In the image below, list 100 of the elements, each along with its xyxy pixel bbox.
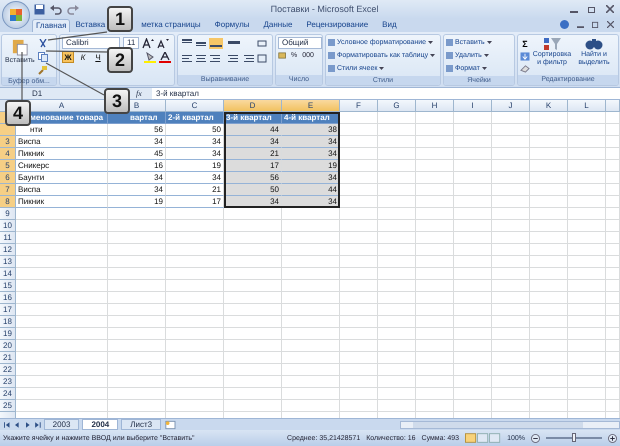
grid-cell: [568, 160, 606, 172]
name-box[interactable]: D1: [32, 89, 88, 98]
grid-cell: [454, 352, 492, 364]
grid-cell: [108, 292, 166, 304]
grid-cell: [340, 364, 378, 376]
grid-cell: [282, 316, 340, 328]
zoom-slider-thumb[interactable]: [572, 433, 576, 442]
row-header[interactable]: 12: [0, 244, 16, 256]
zoom-in-icon[interactable]: [608, 434, 617, 442]
close-icon[interactable]: [606, 5, 614, 13]
column-header[interactable]: I: [454, 100, 492, 112]
column-header[interactable]: F: [340, 100, 378, 112]
grow-font-icon[interactable]: [142, 38, 154, 48]
row-header[interactable]: 9: [0, 208, 16, 220]
formula-field[interactable]: 3-й квартал: [152, 88, 620, 99]
grid-cell: [492, 292, 530, 304]
row-header[interactable]: [0, 124, 16, 136]
underline-button[interactable]: Ч: [92, 51, 104, 63]
ribbon-tab[interactable]: Рецензирование: [303, 19, 372, 32]
number-format-field[interactable]: Общий: [278, 37, 322, 49]
column-header[interactable]: J: [492, 100, 530, 112]
insert-function-button[interactable]: fx: [136, 89, 152, 98]
table-cell: 19: [282, 160, 340, 172]
row-header[interactable]: 16: [0, 292, 16, 304]
column-header[interactable]: C: [166, 100, 224, 112]
ribbon-tab[interactable]: Вид: [379, 19, 400, 32]
grid-cell: [606, 268, 620, 280]
row-header[interactable]: 10: [0, 220, 16, 232]
autosum-button[interactable]: Σ: [520, 39, 530, 49]
scissors-icon[interactable]: [38, 39, 48, 49]
grid-cell: [224, 232, 282, 244]
grid-cell: [530, 352, 568, 364]
row-header[interactable]: 14: [0, 268, 16, 280]
save-icon[interactable]: [34, 4, 45, 14]
row-header[interactable]: 5: [0, 160, 16, 172]
row-header[interactable]: 24: [0, 388, 16, 400]
view-buttons-drawing[interactable]: [465, 433, 502, 443]
ribbon-tab[interactable]: метка страницы: [138, 19, 204, 32]
shrink-font-icon[interactable]: [157, 38, 169, 48]
row-header[interactable]: 17: [0, 304, 16, 316]
font-color-icon[interactable]: [159, 52, 171, 62]
new-sheet-icon[interactable]: [164, 420, 177, 430]
font-size-field[interactable]: 11: [123, 37, 139, 49]
row-header[interactable]: 8: [0, 196, 16, 208]
column-header[interactable]: E: [282, 100, 340, 112]
row-header[interactable]: 22: [0, 364, 16, 376]
row-header[interactable]: 21: [0, 352, 16, 364]
column-header[interactable]: L: [568, 100, 606, 112]
column-header[interactable]: H: [416, 100, 454, 112]
sheet-tab[interactable]: Лист3: [121, 419, 162, 430]
font-name-field[interactable]: Calibri: [62, 37, 120, 49]
grid-cell: [492, 304, 530, 316]
grid-cell: [530, 304, 568, 316]
currency-icon[interactable]: [278, 51, 287, 60]
grid-cell: [530, 184, 568, 196]
ribbon-tab[interactable]: Главная: [32, 19, 70, 32]
grid-cell: [530, 400, 568, 412]
row-header[interactable]: 23: [0, 376, 16, 388]
sheet-navigation-drawing[interactable]: [4, 420, 41, 428]
redo-icon[interactable]: [67, 4, 79, 14]
brush-icon[interactable]: [38, 65, 48, 75]
bold-button[interactable]: Ж: [62, 51, 74, 63]
close-icon[interactable]: [607, 21, 614, 28]
row-header[interactable]: 3: [0, 136, 16, 148]
fill-color-icon[interactable]: [144, 52, 156, 62]
column-header[interactable]: D: [224, 100, 282, 112]
undo-icon[interactable]: [50, 4, 62, 14]
row-header[interactable]: 15: [0, 280, 16, 292]
restore-icon[interactable]: [592, 21, 599, 28]
italic-button[interactable]: К: [77, 51, 89, 63]
grid-cell: [224, 208, 282, 220]
eraser-icon[interactable]: [520, 64, 530, 73]
horizontal-scrollbar[interactable]: [400, 420, 620, 428]
row-header[interactable]: 25: [0, 400, 16, 412]
row-header[interactable]: 18: [0, 316, 16, 328]
sheet-tab[interactable]: 2003: [44, 419, 80, 430]
column-header[interactable]: K: [530, 100, 568, 112]
fill-down-icon[interactable]: [520, 52, 530, 61]
column-header[interactable]: G: [378, 100, 416, 112]
dropdown-arrow-icon: [430, 54, 436, 57]
help-icon[interactable]: [560, 20, 569, 29]
zoom-out-icon[interactable]: [531, 434, 540, 442]
ribbon-tab[interactable]: Данные: [260, 19, 296, 32]
row-header[interactable]: 4: [0, 148, 16, 160]
row-header[interactable]: 11: [0, 232, 16, 244]
grid-cell: [416, 172, 454, 184]
grid-cell: [492, 328, 530, 340]
copy-icon[interactable]: [38, 52, 48, 62]
grid-cell: [530, 220, 568, 232]
office-button[interactable]: [2, 1, 30, 29]
row-header[interactable]: 7: [0, 184, 16, 196]
ribbon-tab[interactable]: Вставка: [72, 19, 108, 32]
ribbon-tab[interactable]: Формулы: [212, 19, 252, 32]
row-header[interactable]: 13: [0, 256, 16, 268]
grid-cell: [224, 256, 282, 268]
sheet-tab[interactable]: 2004: [82, 419, 118, 430]
row-header[interactable]: 6: [0, 172, 16, 184]
grid-cell: [166, 220, 224, 232]
row-header[interactable]: 19: [0, 328, 16, 340]
row-header[interactable]: 20: [0, 340, 16, 352]
